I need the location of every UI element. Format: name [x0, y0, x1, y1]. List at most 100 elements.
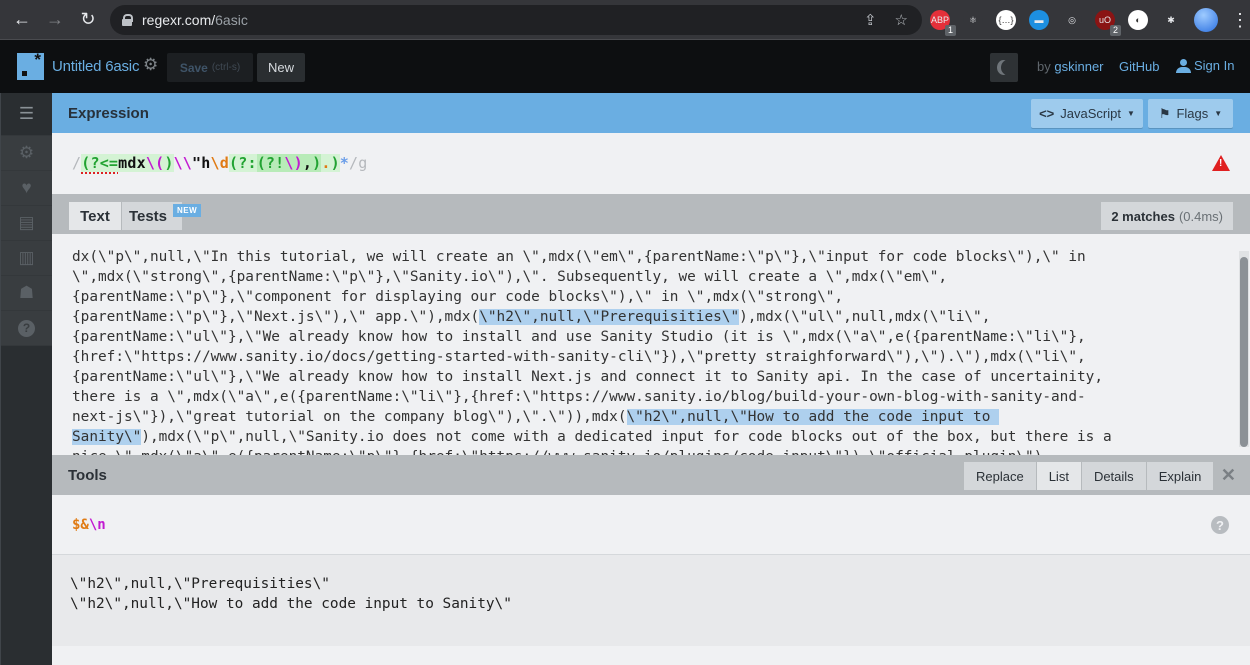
save-button[interactable]: Save (ctrl-s)	[167, 53, 253, 82]
regex-flags: g	[358, 154, 368, 172]
regex-noncapture-group: (?:	[228, 154, 257, 172]
match-highlight: Sanity\"	[72, 429, 142, 445]
sidebar-fill	[1, 346, 52, 665]
sign-in-link[interactable]: Sign In	[1176, 58, 1234, 73]
regex-close-delimiter: /	[349, 154, 359, 172]
text-editor[interactable]: dx(\"p\",null,\"In this tutorial, we wil…	[52, 234, 1250, 455]
text-segment: {href:\"https://www.sanity.io/docs/getti…	[72, 349, 1086, 365]
tool-tab-details[interactable]: Details	[1081, 462, 1146, 490]
text-line: {parentName:\"p\"},\"component for displ…	[72, 287, 1237, 307]
close-icon[interactable]: ✕	[1221, 465, 1236, 486]
list-expression-editor[interactable]: $&\n ?	[52, 495, 1250, 555]
community-icon: ☗	[18, 283, 35, 302]
flags-dropdown[interactable]: ⚑ Flags ▼	[1148, 99, 1233, 128]
sidebar-item-cheatsheet[interactable]: ▤	[1, 206, 52, 241]
regex-dot: .	[321, 154, 331, 172]
text-segment: \",mdx(\"strong\",{parentName:\"p\"},\"S…	[72, 269, 948, 285]
tab-text[interactable]: Text	[69, 202, 121, 230]
text-scrollbar[interactable]	[1239, 251, 1249, 447]
text-segment: {parentName:\"p\"},\"Next.js\"),\" app.\…	[72, 309, 480, 325]
regexr-logo[interactable]: *	[17, 50, 44, 80]
regex-lookbehind: (?<=	[81, 154, 119, 172]
tools-header: Tools Replace List Details Explain ✕	[52, 455, 1250, 495]
sidebar-item-favorites[interactable]: ♥	[1, 171, 52, 206]
expression-title: Expression	[68, 104, 149, 122]
sidebar-item-reference[interactable]: ▥	[1, 241, 52, 276]
share-icon[interactable]: ⇪	[864, 11, 877, 29]
gear-icon: ⚙	[18, 143, 35, 162]
caret-down-icon: ▼	[1214, 109, 1223, 118]
tool-tab-explain[interactable]: Explain	[1146, 462, 1214, 490]
sidebar-item-community[interactable]: ☗	[1, 276, 52, 311]
expression-header: Expression <> JavaScript ▼ ⚑ Flags ▼	[52, 93, 1250, 133]
regex-literal: mdx	[118, 154, 146, 172]
theme-toggle-button[interactable]	[990, 53, 1018, 82]
lock-icon	[122, 14, 133, 26]
scrollbar-thumb[interactable]	[1240, 257, 1248, 447]
regex-open-delimiter: /	[72, 154, 82, 172]
user-icon	[1176, 58, 1191, 73]
sidebar-item-help[interactable]: ?	[1, 311, 52, 346]
github-link[interactable]: GitHub	[1119, 59, 1159, 74]
book-icon: ▥	[18, 248, 35, 267]
app-header: * Untitled 6asic ⚙ Save (ctrl-s) New by g…	[0, 41, 1250, 93]
window-ext-extension-icon[interactable]: ▬	[1029, 10, 1049, 30]
target-ext-extension-icon[interactable]: ◎	[1062, 10, 1082, 30]
adblock-extension-icon[interactable]: ABP 1	[930, 10, 956, 36]
help-icon[interactable]: ?	[1211, 516, 1229, 534]
text-line: {parentName:\"ul\"},\"We already know ho…	[72, 367, 1237, 387]
warning-icon[interactable]: !	[1212, 155, 1230, 171]
sidebar-item-settings[interactable]: ⚙	[1, 136, 52, 171]
extensions-puzzle-extension-icon[interactable]: ✱	[1161, 10, 1181, 30]
regex-digit-class: \d	[210, 154, 229, 172]
tool-tab-replace[interactable]: Replace	[964, 462, 1036, 490]
text-line: next-js\"}),\"great tutorial on the comp…	[72, 407, 1237, 427]
bookmark-star-icon[interactable]: ☆	[895, 11, 908, 29]
text-line: dx(\"p\",null,\"In this tutorial, we wil…	[72, 247, 1237, 267]
tools-title: Tools	[68, 466, 107, 484]
author-link[interactable]: gskinner	[1054, 59, 1103, 74]
text-line: {parentName:\"p\"},\"Next.js\"),\" app.\…	[72, 307, 1237, 327]
regex-lookahead: (?!	[256, 154, 285, 172]
text-line: \",mdx(\"strong\",{parentName:\"p\"},\"S…	[72, 267, 1237, 287]
ublock-extension-icon[interactable]: uO 2	[1095, 10, 1121, 36]
profile-avatar[interactable]	[1194, 8, 1218, 32]
tool-tab-list[interactable]: List	[1036, 462, 1081, 490]
text-segment: there is a \",mdx(\"a\",e({parentName:\"…	[72, 389, 1086, 405]
text-segment: {parentName:\"ul\"},\"We already know ho…	[72, 329, 1086, 345]
save-shortcut-hint: (ctrl-s)	[211, 62, 241, 73]
url-text: regexr.com/6asic	[142, 12, 248, 28]
back-button[interactable]: ←	[11, 9, 33, 31]
regex-group-close: )	[312, 154, 322, 172]
tab-tests-label: Tests	[128, 207, 168, 225]
extension-badge: 2	[1109, 25, 1121, 36]
new-button[interactable]: New	[257, 53, 305, 82]
text-segment: {parentName:\"ul\"},\"We already know ho…	[72, 369, 1112, 385]
text-line: {href:\"https://www.sanity.io/docs/getti…	[72, 347, 1237, 367]
expression-editor[interactable]: /(?<=mdx\()\\"h\d(?:(?!\),).)*/g !	[52, 133, 1250, 194]
browser-toolbar: ← → ↻ regexr.com/6asic ⇪ ☆ ABP 1 ⚛ {…} ▬ ◎ uO 2…	[0, 0, 1250, 40]
regex-escape: \(	[145, 154, 165, 172]
list-output-line: \"h2\",null,\"How to add the code input …	[70, 596, 512, 612]
list-template-input[interactable]: $&\n	[72, 517, 106, 533]
sidebar-item-menu[interactable]: ☰	[1, 93, 52, 136]
save-label: Save	[179, 60, 208, 75]
test-text[interactable]: dx(\"p\",null,\"In this tutorial, we wil…	[72, 247, 1237, 455]
arrow-right-icon: →	[46, 9, 64, 29]
browser-menu-icon[interactable]: ⋮	[1231, 10, 1249, 31]
forward-button[interactable]: →	[44, 9, 66, 31]
new-badge: NEW	[173, 204, 202, 217]
gear-icon[interactable]: ⚙	[143, 55, 158, 75]
react-devtools-extension-icon[interactable]: ⚛	[963, 10, 983, 30]
color-ext-extension-icon[interactable]: ◐	[1128, 10, 1148, 30]
match-highlight: \"h2\",null,\"Prerequisities\"	[479, 309, 740, 325]
json-viewer-extension-icon[interactable]: {…}	[996, 10, 1016, 30]
url-host: regexr.com/	[142, 12, 216, 28]
author-credit: by gskinner	[1037, 59, 1104, 74]
arrow-left-icon: ←	[13, 9, 31, 29]
regex-input[interactable]: /(?<=mdx\()\\"h\d(?:(?!\),).)*/g	[72, 154, 368, 172]
reload-button[interactable]: ↻	[77, 9, 99, 31]
language-dropdown[interactable]: <> JavaScript ▼	[1031, 99, 1143, 128]
document-title[interactable]: Untitled 6asic	[52, 58, 139, 75]
address-bar[interactable]: regexr.com/6asic ⇪ ☆	[110, 5, 922, 35]
